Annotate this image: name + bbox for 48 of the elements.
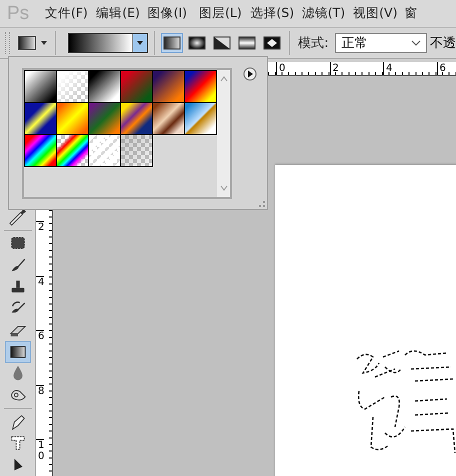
panel-menu-icon[interactable] xyxy=(243,67,257,81)
menu-item[interactable]: 编辑(E) xyxy=(96,5,148,22)
ruler-label: 4 xyxy=(36,276,44,330)
ruler-label: 0 xyxy=(276,62,330,75)
mode-select[interactable]: 正常 xyxy=(334,33,428,53)
menu-item[interactable]: 选择(S) xyxy=(250,5,302,22)
gradient-swatch[interactable] xyxy=(25,71,57,103)
ruler-label: 10 xyxy=(36,439,44,476)
gradient-swatch[interactable] xyxy=(121,103,153,135)
gradient-swatch[interactable] xyxy=(153,103,185,135)
gradient-swatch[interactable] xyxy=(25,135,57,167)
brush-icon xyxy=(8,256,26,274)
ruler-label: 8 xyxy=(36,384,44,439)
gradient-swatch[interactable] xyxy=(121,71,153,103)
ruler-label: 2 xyxy=(330,62,383,75)
ruler-label: 6 xyxy=(36,330,44,384)
chevron-down-icon xyxy=(411,40,422,46)
gradient-swatch[interactable] xyxy=(185,71,217,103)
caret-icon[interactable] xyxy=(136,40,144,46)
gradient-swatch[interactable] xyxy=(57,135,89,167)
caret-icon[interactable] xyxy=(40,40,48,46)
gradient-swatch[interactable] xyxy=(25,103,57,135)
resize-grip-icon[interactable] xyxy=(259,201,265,207)
linear-gradient-button[interactable] xyxy=(161,33,184,53)
ruler-label: 4 xyxy=(383,62,436,75)
gradient-tool-icon[interactable] xyxy=(18,36,36,50)
gradient-picker[interactable] xyxy=(68,33,148,53)
menu-item[interactable]: 滤镜(T) xyxy=(302,5,354,22)
gradient-swatch[interactable] xyxy=(153,71,185,103)
gradient-swatch[interactable] xyxy=(185,103,217,135)
mode-label: 模式: xyxy=(298,35,329,52)
opacity-label: 不透 xyxy=(430,35,456,52)
gradient-swatch[interactable] xyxy=(89,71,121,103)
menu-item[interactable]: 窗 xyxy=(404,5,456,22)
menu-item[interactable]: 图层(L) xyxy=(199,5,250,22)
gradient-swatch[interactable] xyxy=(89,135,121,167)
gradient-swatch[interactable] xyxy=(57,103,89,135)
menu-item[interactable]: 视图(V) xyxy=(353,5,405,22)
menu-item[interactable]: 图像(I) xyxy=(148,5,199,22)
type-icon xyxy=(8,434,26,452)
gradient-swatch[interactable] xyxy=(57,71,89,103)
gradient-swatch[interactable] xyxy=(89,103,121,135)
ruler-label: 2 xyxy=(36,221,44,276)
eyedropper-icon xyxy=(8,208,26,226)
gradient-swatch[interactable] xyxy=(121,135,153,167)
ruler-label: 6 xyxy=(436,62,456,75)
menu-item[interactable]: 文件(F) xyxy=(44,5,96,22)
tool-button[interactable] xyxy=(4,340,30,363)
